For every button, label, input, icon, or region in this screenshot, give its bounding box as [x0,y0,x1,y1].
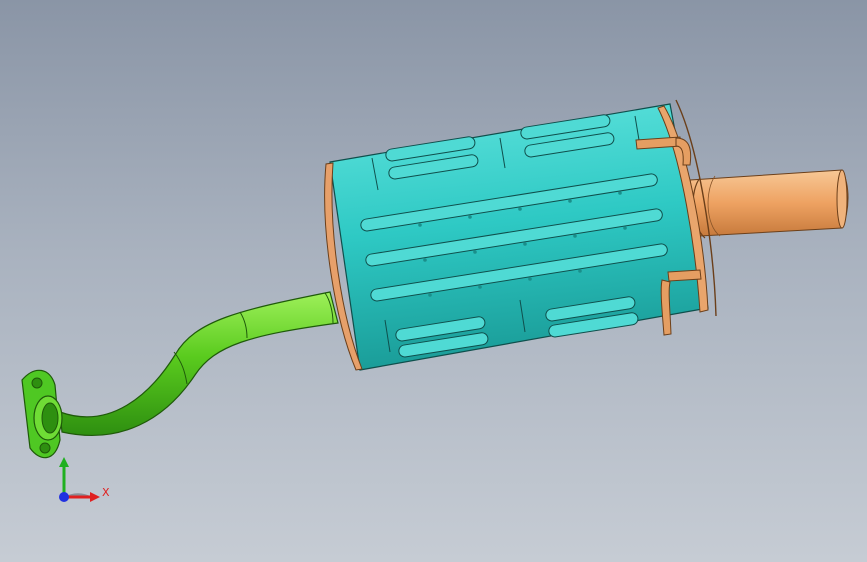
z-axis-point [59,492,69,502]
front-flange[interactable] [21,369,63,459]
inlet-pipe[interactable] [59,291,339,436]
x-axis-label: X [102,486,110,499]
3d-viewport[interactable]: X [0,0,867,562]
muffler-assembly-model[interactable] [0,0,867,562]
y-axis-arrow [59,457,69,467]
axis-triad: X [59,457,110,502]
tailpipe[interactable] [689,169,849,239]
x-axis-arrow [90,492,100,502]
